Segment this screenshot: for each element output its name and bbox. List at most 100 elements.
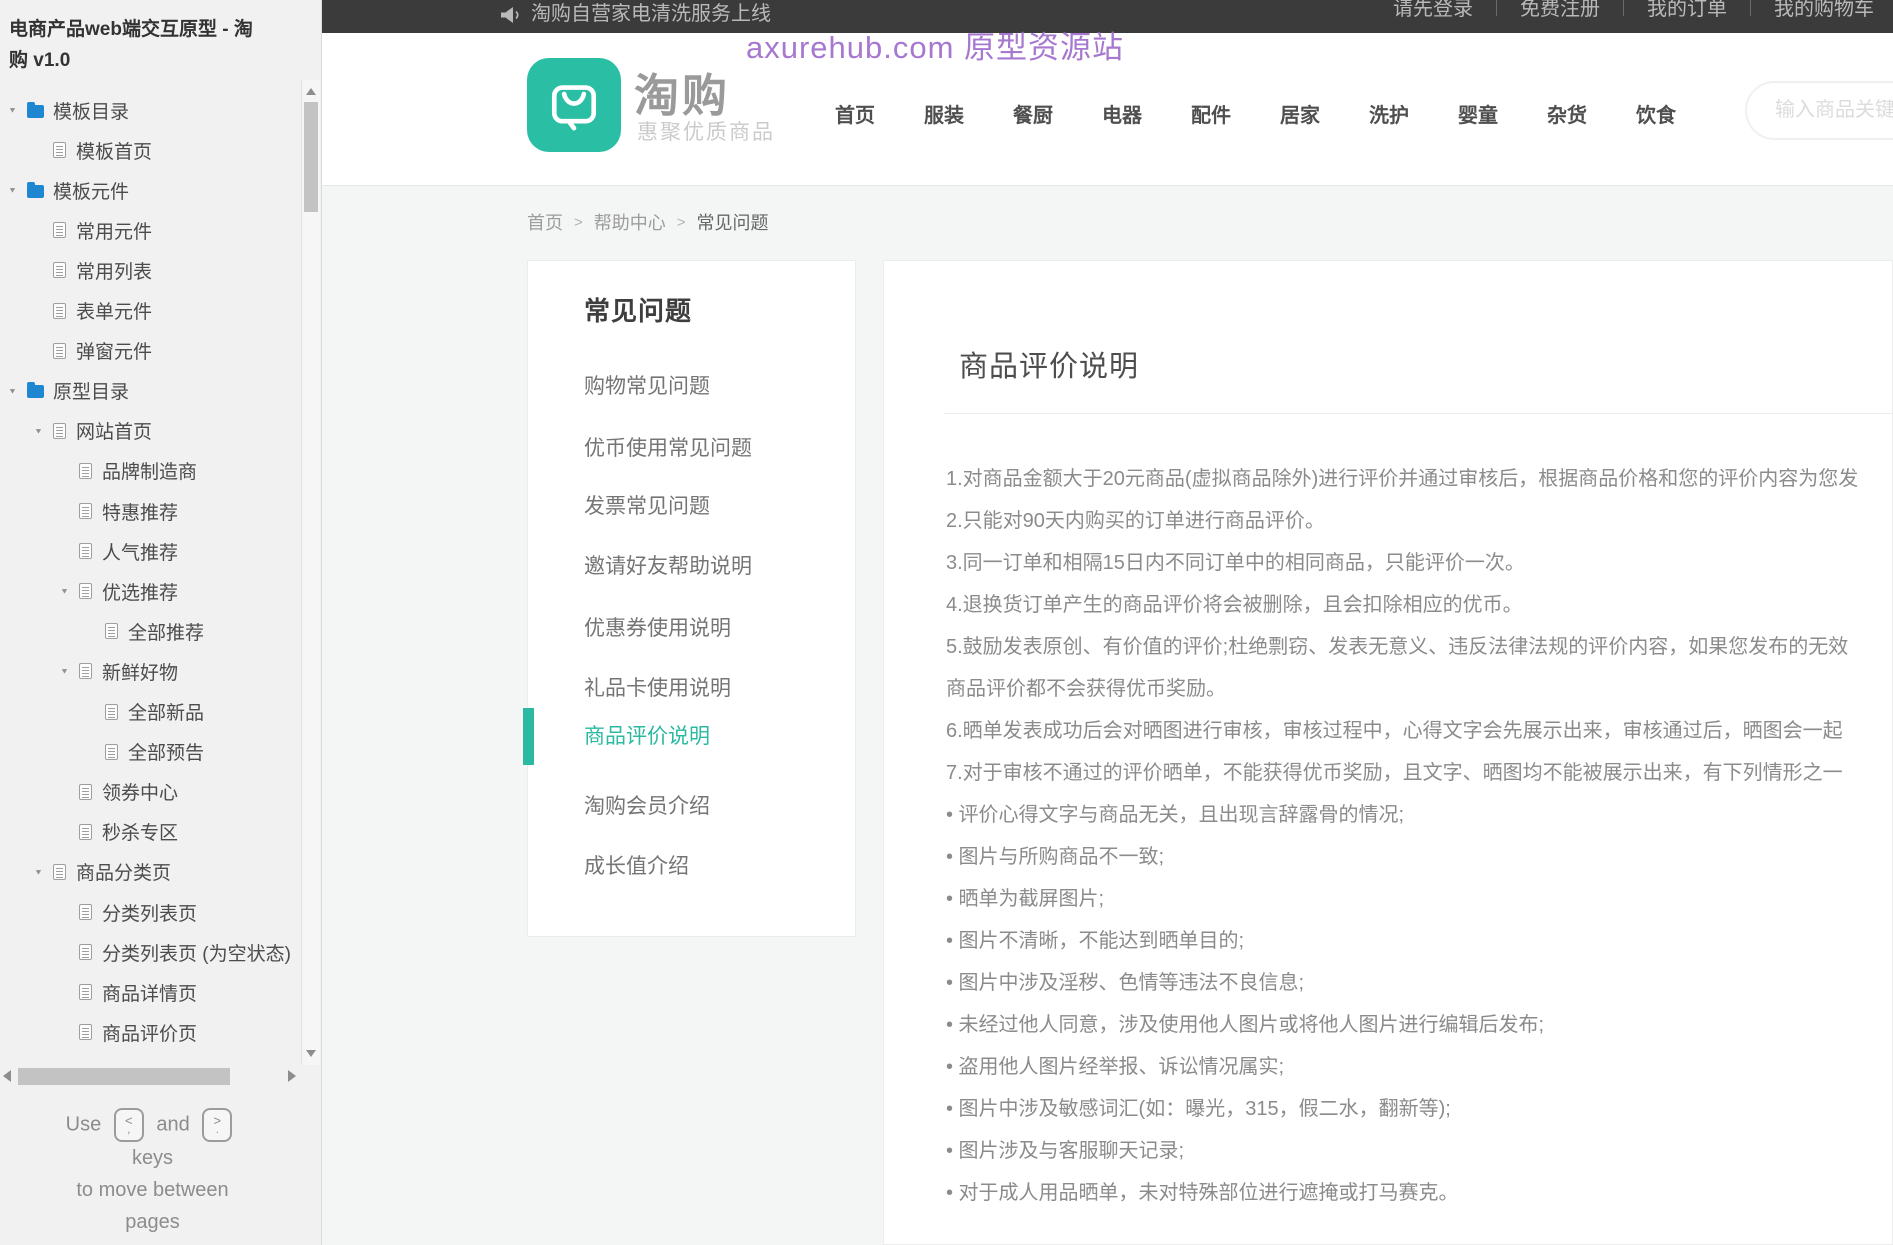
topbar-link[interactable]: 免费注册 — [1520, 0, 1600, 21]
scroll-up-arrow-icon[interactable] — [306, 88, 316, 95]
vertical-scrollbar[interactable] — [301, 80, 320, 1065]
nav-item[interactable]: 电器 — [1102, 99, 1142, 128]
article-title: 商品评价说明 — [959, 351, 1140, 383]
period-key-icon: >. — [202, 1108, 233, 1142]
search-box — [1745, 81, 1893, 140]
article-text-line: • 图片中涉及敏感词汇(如：曝光，315，假二水，翻新等); — [946, 1098, 1451, 1120]
nav-item[interactable]: 饮食 — [1636, 99, 1676, 128]
sidebar-tree-item[interactable]: ▼商品评价页 — [0, 1012, 321, 1052]
tree-item-label: 特惠推荐 — [102, 502, 179, 524]
sidebar-tree-item[interactable]: ▼秒杀专区 — [0, 812, 321, 852]
sidebar-tree-item[interactable]: ▼弹窗元件 — [0, 331, 321, 371]
expand-arrow-icon[interactable]: ▼ — [60, 667, 79, 676]
vertical-scrollbar-thumb[interactable] — [304, 102, 318, 212]
sidebar-tree-item[interactable]: ▼ 网站首页 — [0, 411, 321, 451]
scroll-right-arrow-icon[interactable] — [288, 1070, 296, 1082]
scroll-left-arrow-icon[interactable] — [3, 1070, 11, 1082]
page-icon — [53, 302, 66, 319]
expand-arrow-icon[interactable]: ▼ — [8, 106, 27, 115]
page-icon — [105, 623, 118, 640]
faq-menu-item[interactable]: 商品评价说明 — [584, 720, 710, 750]
topbar-links: 请先登录 ｜ 免费注册 ｜ 我的订单 ｜ 我的购物车 — [1378, 0, 1889, 21]
sidebar-tree-item[interactable]: ▼ 新鲜好物 — [0, 651, 321, 691]
sidebar-tree-item[interactable]: ▼ 模板目录 — [0, 90, 321, 130]
search-input[interactable] — [1747, 83, 1893, 138]
faq-menu-item[interactable]: 礼品卡使用说明 — [584, 672, 731, 702]
expand-arrow-icon[interactable]: ▼ — [8, 386, 27, 395]
faq-menu-item[interactable]: 淘购会员介绍 — [584, 790, 710, 820]
article-text-line: • 图片中涉及淫秽、色情等违法不良信息; — [946, 972, 1305, 994]
nav-item[interactable]: 服装 — [924, 99, 964, 128]
breadcrumb-item[interactable]: 帮助中心 — [594, 209, 666, 235]
expand-arrow-icon[interactable]: ▼ — [8, 186, 27, 195]
active-item-indicator — [523, 708, 534, 765]
faq-menu-item[interactable]: 发票常见问题 — [584, 490, 710, 520]
article-text-line: 商品评价都不会获得优币奖励。 — [946, 678, 1226, 700]
expand-arrow-icon[interactable]: ▼ — [60, 587, 79, 596]
hint-pages-label: pages — [125, 1211, 180, 1233]
page-icon — [79, 944, 92, 961]
article-body: 1.对商品金额大于20元商品(虚拟商品除外)进行评价并通过审核后，根据商品价格和… — [946, 458, 1892, 1214]
key-glyph: . — [215, 1124, 219, 1136]
sidebar-tree-item[interactable]: ▼表单元件 — [0, 291, 321, 331]
sidebar-tree-item[interactable]: ▼分类列表页 (为空状态) — [0, 932, 321, 972]
article-text-line: 7.对于审核不通过的评价晒单，不能获得优币奖励，且文字、晒图均不能被展示出来，有… — [946, 762, 1843, 784]
nav-item[interactable]: 居家 — [1280, 99, 1320, 128]
sidebar-tree-item[interactable]: ▼分类列表页 — [0, 892, 321, 932]
scroll-down-arrow-icon[interactable] — [306, 1050, 316, 1057]
expand-arrow-icon[interactable]: ▼ — [34, 427, 53, 436]
sidebar-tree-item[interactable]: ▼ 商品分类页 — [0, 852, 321, 892]
faq-menu-item[interactable]: 优惠券使用说明 — [584, 612, 731, 642]
faq-menu-panel: 常见问题 购物常见问题 优币使用常见问题 发票常见问题 邀请好友帮助说明 优惠券使用说明… — [523, 260, 856, 937]
page-icon — [79, 462, 92, 479]
divider: ｜ — [1742, 0, 1759, 18]
sidebar-tree-item[interactable]: ▼常用列表 — [0, 250, 321, 290]
sidebar-tree-item[interactable]: ▼全部新品 — [0, 692, 321, 732]
topbar-link[interactable]: 请先登录 — [1393, 0, 1473, 21]
sidebar-tree-item[interactable]: ▼模板首页 — [0, 130, 321, 170]
article-text-line: 3.同一订单和相隔15日内不同订单中的相同商品，只能评价一次。 — [946, 552, 1525, 574]
hint-use-label: Use — [65, 1113, 102, 1136]
horizontal-scrollbar-thumb[interactable] — [18, 1068, 230, 1085]
nav-item[interactable]: 洗护 — [1369, 99, 1409, 128]
sidebar-tree-item[interactable]: ▼人气推荐 — [0, 531, 321, 571]
sidebar-tree-item[interactable]: ▼领券中心 — [0, 772, 321, 812]
tree-item-label: 领券中心 — [102, 783, 179, 805]
taogou-logo-icon[interactable] — [527, 58, 621, 152]
article-text-line: • 对于成人用品晒单，未对特殊部位进行遮掩或打马赛克。 — [946, 1182, 1459, 1204]
horizontal-scrollbar[interactable] — [0, 1066, 300, 1088]
sidebar-tree-item[interactable]: ▼ 优选推荐 — [0, 571, 321, 611]
nav-item[interactable]: 配件 — [1191, 99, 1231, 128]
topbar-link[interactable]: 我的订单 — [1647, 0, 1727, 21]
page-icon — [105, 743, 118, 760]
divider: ｜ — [1488, 0, 1505, 18]
sidebar-tree-item[interactable]: ▼常用元件 — [0, 210, 321, 250]
breadcrumb-item[interactable]: 首页 — [527, 209, 563, 235]
sidebar-tree: ▼模板目录▼模板首页▼模板元件▼常用元件▼常用列表▼表单元件▼弹窗元件▼原型目录… — [0, 0, 321, 1245]
faq-menu-item[interactable]: 邀请好友帮助说明 — [584, 550, 752, 580]
tree-item-label: 模板首页 — [76, 141, 153, 163]
sidebar-tree-item[interactable]: ▼品牌制造商 — [0, 451, 321, 491]
sidebar-tree-item[interactable]: ▼全部推荐 — [0, 611, 321, 651]
sidebar-tree-item[interactable]: ▼商品详情页 — [0, 972, 321, 1012]
nav-item[interactable]: 首页 — [835, 99, 875, 128]
faq-menu-item[interactable]: 购物常见问题 — [584, 370, 710, 400]
article-text-line: • 未经过他人同意，涉及使用他人图片或将他人图片进行编辑后发布; — [946, 1014, 1545, 1036]
nav-item[interactable]: 杂货 — [1547, 99, 1587, 128]
tree-item-label: 常用元件 — [76, 221, 153, 243]
sidebar: 电商产品web端交互原型 - 淘购 v1.0 ▼模板目录▼模板首页▼模板元件▼常… — [0, 0, 322, 1245]
sidebar-tree-item[interactable]: ▼特惠推荐 — [0, 491, 321, 531]
expand-arrow-icon[interactable]: ▼ — [34, 868, 53, 877]
hint-keys-label: keys — [131, 1147, 174, 1169]
nav-item[interactable]: 婴童 — [1458, 99, 1498, 128]
nav-item[interactable]: 餐厨 — [1013, 99, 1053, 128]
divider: ｜ — [1615, 0, 1632, 18]
faq-menu-item[interactable]: 优币使用常见问题 — [584, 432, 752, 462]
page-icon — [53, 422, 66, 439]
announcement-text: 淘购自营家电清洗服务上线 — [531, 2, 771, 25]
sidebar-tree-item[interactable]: ▼ 模板元件 — [0, 170, 321, 210]
sidebar-tree-item[interactable]: ▼全部预告 — [0, 732, 321, 772]
topbar-link[interactable]: 我的购物车 — [1774, 0, 1874, 21]
faq-menu-item[interactable]: 成长值介绍 — [584, 850, 689, 880]
sidebar-tree-item[interactable]: ▼ 原型目录 — [0, 371, 321, 411]
